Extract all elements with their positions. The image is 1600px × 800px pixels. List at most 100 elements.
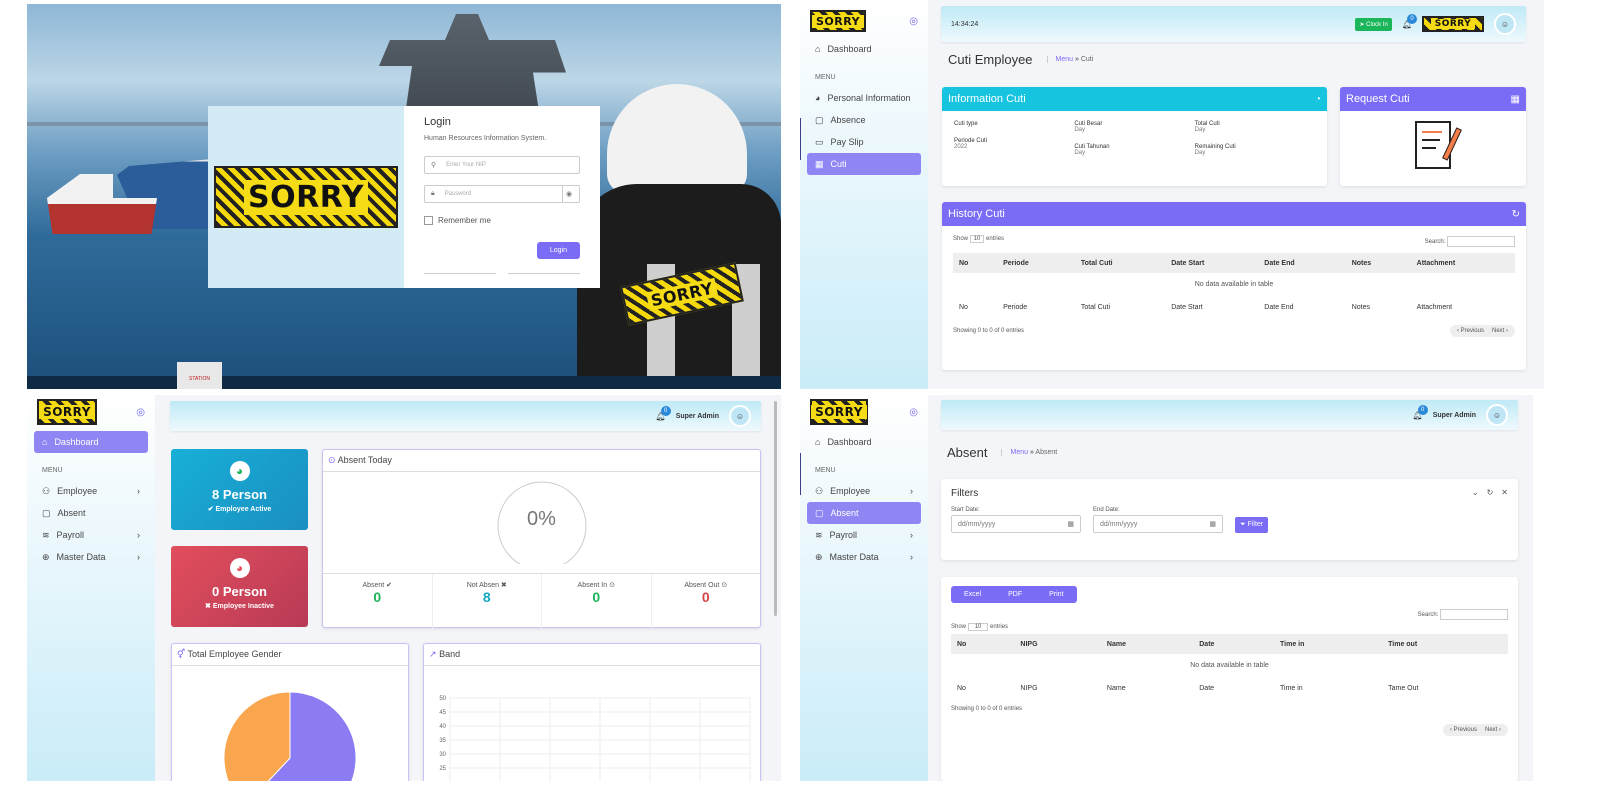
dashboard-screen: SORRY ◎ ⌂ Dashboard MENU ⚇ Employee › ▢ Abse… (27, 395, 781, 781)
next-button[interactable]: Next › (1485, 727, 1501, 733)
logo: SORRY (37, 399, 97, 425)
gauge-value: 0% (527, 508, 556, 530)
band-chart-card: ↗ Band 50 45 40 35 30 25 (423, 643, 761, 781)
sidebar: SORRY ◎ ⌂ Dashboard MENU ◕ Personal Inform… (800, 0, 928, 389)
sidebar-item-dashboard[interactable]: ⌂ Dashboard (807, 431, 921, 453)
y-tick-label: 30 (439, 752, 446, 758)
information-cuti-card: Information Cuti ◔ Cuti type Periode Cuti 2… (942, 87, 1327, 186)
chevron-right-icon: › (137, 530, 140, 540)
login-card: SORRY Login Human Resources Information … (208, 106, 600, 288)
sidebar-item-absent[interactable]: ▢ Absent (807, 502, 921, 524)
close-icon[interactable]: ✕ (1501, 488, 1508, 499)
login-button[interactable]: Login (536, 242, 580, 259)
absent-today-card: ⊙ Absent Today 0% Absent ✔ 0 Not Absen ✖ 8… (322, 449, 761, 630)
calendar-icon: ▦ (1209, 521, 1216, 528)
request-cuti-card[interactable]: Request Cuti ▦ (1340, 87, 1526, 186)
notification-badge: 0 (660, 405, 671, 416)
topbar: 🔔︎ 0 Super Admin ☺ (170, 401, 761, 431)
remember-checkbox[interactable] (424, 216, 433, 225)
sidebar-item-payroll[interactable]: ≋ Payroll › (34, 524, 148, 546)
clock-time: 14:34:24 (951, 20, 979, 28)
history-table: No Periode Total Cuti Date Start Date End Not… (953, 253, 1515, 319)
absent-screen: SORRY ◎ ⌂ Dashboard MENU ⚇ Employee › ▢ Abse… (800, 395, 1533, 781)
avatar[interactable]: ☺ (1486, 404, 1508, 426)
cuti-screen: SORRY ◎ ⌂ Dashboard MENU ◕ Personal Inform… (800, 0, 1544, 389)
password-input[interactable]: 🔒︎ Password (424, 185, 563, 203)
sidebar-item-cuti[interactable]: ▦ Cuti (807, 153, 921, 175)
users-icon: ⚇ (42, 485, 51, 496)
settings-icon[interactable]: ◎ (909, 407, 918, 418)
user-circle-icon: ◕ (229, 558, 250, 578)
user-icon: ⚲ (431, 162, 437, 169)
pagination: ‹ Previous Next › (1449, 325, 1515, 337)
chevron-right-icon: › (910, 486, 913, 496)
chevron-down-icon[interactable]: ⌄ (1472, 488, 1479, 499)
print-button[interactable]: Print (1036, 586, 1077, 603)
sidebar-item-payroll[interactable]: ≋ Payroll › (807, 524, 921, 546)
end-date-input[interactable]: dd/mm/yyyy ▦ (1093, 515, 1223, 533)
home-icon: ⌂ (815, 44, 821, 54)
sidebar-item-employee[interactable]: ⚇ Employee › (34, 480, 148, 502)
excel-button[interactable]: Excel (951, 586, 995, 603)
sidebar-item-absence[interactable]: ▢ Absence (807, 109, 921, 131)
scrollbar[interactable] (774, 401, 777, 616)
globe-icon: ⊕ (815, 551, 823, 562)
y-tick-label: 40 (439, 724, 446, 730)
search-input[interactable] (1440, 609, 1508, 620)
bell-icon[interactable]: 🔔︎ 0 (656, 405, 671, 421)
gender-icon: ⚥ (177, 649, 186, 659)
layers-icon: ≋ (42, 529, 50, 540)
bell-icon[interactable]: 🔔︎ 0 (1413, 404, 1428, 420)
refresh-icon[interactable]: ↻ (1487, 488, 1494, 499)
band-chart: 50 45 40 35 30 25 (439, 696, 751, 781)
y-tick-label: 25 (439, 766, 446, 772)
filter-button[interactable]: ⏷ Filter (1235, 517, 1269, 533)
prev-button[interactable]: ‹ Previous (1457, 328, 1484, 334)
filter-icon: ⏷ (1240, 521, 1246, 528)
layers-icon: ≋ (815, 529, 823, 540)
page-title: Absent (947, 445, 988, 460)
sidebar: SORRY ◎ ⌂ Dashboard MENU ⚇ Employee › ▢ Abse… (27, 395, 155, 781)
prev-button[interactable]: ‹ Previous (1450, 727, 1477, 733)
history-cuti-card: History Cuti ↻ Show 10 entries Search: No… (942, 202, 1526, 370)
sidebar-item-master-data[interactable]: ⊕ Master Data › (807, 546, 921, 568)
menu-heading: MENU (815, 74, 836, 81)
clock-in-button[interactable]: ➤ Clock In (1355, 17, 1392, 31)
search-input[interactable] (1447, 236, 1515, 247)
user-name: Super Admin (1432, 411, 1476, 419)
sidebar-item-pay-slip[interactable]: ▭ Pay Slip (807, 131, 921, 153)
sidebar-item-employee[interactable]: ⚇ Employee › (807, 480, 921, 502)
menu-heading: MENU (815, 467, 836, 474)
station-box: STATION (177, 362, 222, 389)
pie-slice-1[interactable] (223, 691, 291, 781)
clipboard-icon: ▢ (815, 507, 824, 518)
notification-badge: 0 (1417, 404, 1428, 415)
next-button[interactable]: Next › (1492, 328, 1508, 334)
sidebar-item-dashboard[interactable]: ⌂ Dashboard (34, 431, 148, 453)
entries-select[interactable]: 10 (969, 235, 985, 243)
chevron-right-icon: › (910, 552, 913, 562)
sidebar-item-master-data[interactable]: ⊕ Master Data › (34, 546, 148, 568)
chevron-right-icon: › (910, 530, 913, 540)
sidebar-item-absent[interactable]: ▢ Absent (34, 502, 148, 524)
bell-icon[interactable]: 🔔︎ 0 (1402, 13, 1417, 29)
entries-select[interactable]: 10 (967, 623, 989, 631)
pdf-button[interactable]: PDF (994, 586, 1037, 603)
sidebar-item-dashboard[interactable]: ⌂ Dashboard (807, 38, 921, 60)
avatar[interactable]: ☺ (1494, 13, 1516, 35)
login-subtitle: Human Resources Information System. (424, 135, 547, 142)
start-date-input[interactable]: dd/mm/yyyy ▦ (951, 515, 1081, 533)
eye-icon[interactable]: ◉ (563, 185, 580, 203)
history-icon: ↻ (1511, 208, 1520, 220)
settings-icon[interactable]: ◎ (136, 407, 145, 418)
sidebar-item-personal-information[interactable]: ◕ Personal Information (807, 87, 921, 109)
stat-not-absen: Not Absen ✖ 8 (433, 574, 542, 630)
topbar: 14:34:24 ➤ Clock In 🔔︎ 0 SORRY ☺ (941, 6, 1526, 42)
credit-card-icon: ▭ (815, 136, 824, 147)
users-icon: ⚇ (815, 485, 824, 496)
calendar-icon: ▦ (1510, 93, 1520, 105)
nip-input[interactable]: ⚲ Enter Your NIP (424, 156, 580, 174)
employee-active-card: ◕ 8 Person ✔ Employee Active (171, 449, 308, 530)
avatar[interactable]: ☺ (729, 405, 751, 427)
settings-icon[interactable]: ◎ (909, 16, 918, 27)
